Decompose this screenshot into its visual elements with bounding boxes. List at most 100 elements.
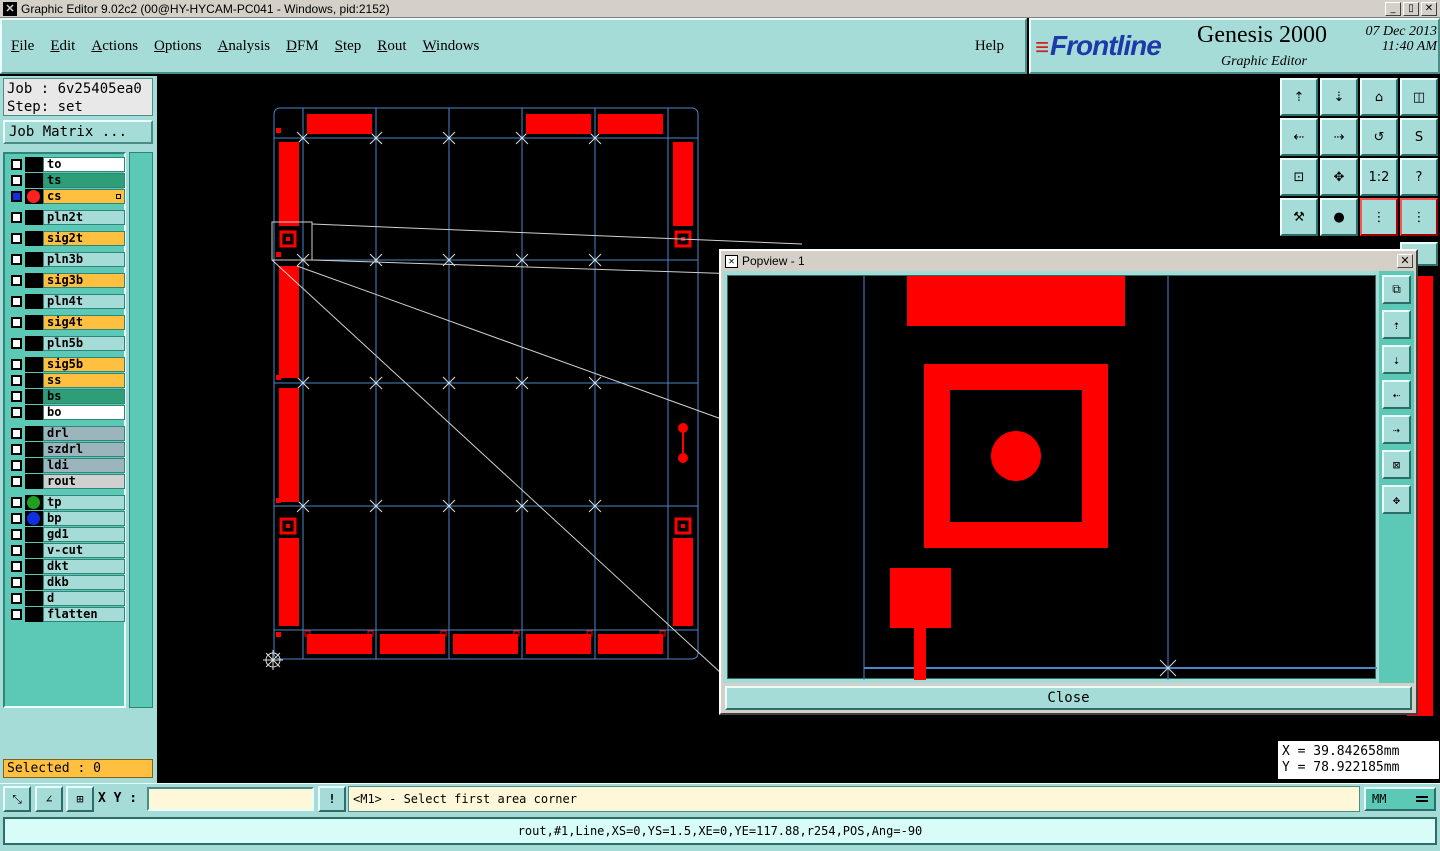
layer-checkbox[interactable] bbox=[11, 460, 22, 471]
layer-checkbox[interactable] bbox=[11, 577, 22, 588]
layer-checkbox[interactable] bbox=[11, 444, 22, 455]
layer-name[interactable]: ss bbox=[43, 373, 125, 388]
grid-snap-icon[interactable]: ⊞ bbox=[66, 786, 94, 812]
redraw-icon[interactable]: S bbox=[1400, 118, 1438, 156]
layer-checkbox[interactable] bbox=[11, 233, 22, 244]
layer-row-drl[interactable]: drl bbox=[8, 426, 125, 441]
layer-name[interactable]: dkb bbox=[43, 575, 125, 590]
zoom-center-icon[interactable]: ✥ bbox=[1320, 158, 1358, 196]
zoom-down-icon[interactable]: ⇣ bbox=[1320, 78, 1358, 116]
menu-step[interactable]: Step bbox=[328, 38, 369, 55]
layer-checkbox[interactable] bbox=[11, 375, 22, 386]
minimize-button[interactable]: _ bbox=[1385, 1, 1401, 16]
pan-left-icon[interactable]: ⇠ bbox=[1280, 118, 1318, 156]
zoom-up-icon[interactable]: ⇡ bbox=[1280, 78, 1318, 116]
layer-checkbox[interactable] bbox=[11, 428, 22, 439]
layer-row-sig3b[interactable]: sig3b bbox=[8, 273, 125, 288]
scale-1-2-button[interactable]: 1:2 bbox=[1360, 158, 1398, 196]
layer-checkbox[interactable] bbox=[11, 296, 22, 307]
layer-name[interactable]: sig2t bbox=[43, 231, 125, 246]
layer-checkbox[interactable] bbox=[11, 191, 22, 202]
menu-edit[interactable]: Edit bbox=[43, 38, 82, 55]
layer-name[interactable]: dkt bbox=[43, 559, 125, 574]
pv-zoom-in-icon[interactable]: ⇡ bbox=[1382, 310, 1411, 339]
layer-row-szdrl[interactable]: szdrl bbox=[8, 442, 125, 457]
job-matrix-button[interactable]: Job Matrix ... bbox=[3, 120, 153, 144]
layer-name[interactable]: pln4t bbox=[43, 294, 125, 309]
layer-row-bo[interactable]: bo bbox=[8, 405, 125, 420]
layer-name[interactable]: cs bbox=[43, 189, 125, 204]
layer-row-d[interactable]: d bbox=[8, 591, 125, 606]
layer-checkbox[interactable] bbox=[11, 407, 22, 418]
layer-row-to[interactable]: to bbox=[8, 157, 125, 172]
maximize-button[interactable]: ▯ bbox=[1403, 1, 1419, 16]
layer-name[interactable]: pln2t bbox=[43, 210, 125, 225]
measure-icon[interactable]: ⚒ bbox=[1280, 198, 1318, 236]
pv-zoom-out-icon[interactable]: ⇣ bbox=[1382, 345, 1411, 374]
layer-row-bp[interactable]: bp bbox=[8, 511, 125, 526]
layer-row-sig5b[interactable]: sig5b bbox=[8, 357, 125, 372]
layer-row-bs[interactable]: bs bbox=[8, 389, 125, 404]
layer-name[interactable]: rout bbox=[43, 474, 125, 489]
popview-close-icon[interactable]: ✕ bbox=[1397, 254, 1413, 268]
layer-name[interactable]: pln3b bbox=[43, 252, 125, 267]
layer-checkbox[interactable] bbox=[11, 561, 22, 572]
layer-row-rout[interactable]: rout bbox=[8, 474, 125, 489]
layer-checkbox[interactable] bbox=[11, 545, 22, 556]
select-area-icon[interactable]: ⤡ bbox=[3, 786, 31, 812]
menu-actions[interactable]: Actions bbox=[84, 38, 145, 55]
layer-name[interactable]: sig4t bbox=[43, 315, 125, 330]
menu-analysis[interactable]: Analysis bbox=[211, 38, 278, 55]
pv-pan-left-icon[interactable]: ⇠ bbox=[1382, 380, 1411, 409]
layer-row-sig4t[interactable]: sig4t bbox=[8, 315, 125, 330]
layer-checkbox[interactable] bbox=[11, 497, 22, 508]
layer-feature-alt-icon[interactable]: ⋮ bbox=[1400, 198, 1438, 236]
menu-file[interactable]: File bbox=[4, 38, 41, 55]
layer-name[interactable]: szdrl bbox=[43, 442, 125, 457]
layer-name[interactable]: drl bbox=[43, 426, 125, 441]
menu-options[interactable]: Options bbox=[147, 38, 209, 55]
layer-row-tp[interactable]: tp bbox=[8, 495, 125, 510]
layer-feature-icon[interactable]: ⋮ bbox=[1360, 198, 1398, 236]
layer-name[interactable]: gd1 bbox=[43, 527, 125, 542]
help-question-button[interactable]: ? bbox=[1400, 158, 1438, 196]
layer-row-pln4t[interactable]: pln4t bbox=[8, 294, 125, 309]
layer-name[interactable]: flatten bbox=[43, 607, 125, 622]
layer-name[interactable]: to bbox=[43, 157, 125, 172]
xy-input[interactable] bbox=[147, 787, 314, 811]
layer-name[interactable]: bp bbox=[43, 511, 125, 526]
layer-name[interactable]: tp bbox=[43, 495, 125, 510]
popview-canvas[interactable] bbox=[727, 275, 1377, 680]
close-window-button[interactable]: ✕ bbox=[1421, 1, 1437, 16]
pv-fit-icon[interactable]: ⊠ bbox=[1382, 450, 1411, 479]
menu-dfm[interactable]: DFM bbox=[279, 38, 326, 55]
layer-row-gd1[interactable]: gd1 bbox=[8, 527, 125, 542]
layer-row-pln3b[interactable]: pln3b bbox=[8, 252, 125, 267]
layer-checkbox[interactable] bbox=[11, 254, 22, 265]
layer-name[interactable]: bs bbox=[43, 389, 125, 404]
layer-checkbox[interactable] bbox=[11, 476, 22, 487]
layer-checkbox[interactable] bbox=[11, 391, 22, 402]
layer-row-sig2t[interactable]: sig2t bbox=[8, 231, 125, 246]
layer-checkbox[interactable] bbox=[11, 212, 22, 223]
layer-checkbox[interactable] bbox=[11, 159, 22, 170]
layer-row-v-cut[interactable]: v-cut bbox=[8, 543, 125, 558]
layer-name[interactable]: d bbox=[43, 591, 125, 606]
layer-row-ss[interactable]: ss bbox=[8, 373, 125, 388]
layer-checkbox[interactable] bbox=[11, 593, 22, 604]
layer-name[interactable]: ts bbox=[43, 173, 125, 188]
menu-help[interactable]: Help bbox=[968, 38, 1011, 55]
layer-checkbox[interactable] bbox=[11, 338, 22, 349]
layer-row-pln2t[interactable]: pln2t bbox=[8, 210, 125, 225]
layer-checkbox[interactable] bbox=[11, 513, 22, 524]
layer-row-dkb[interactable]: dkb bbox=[8, 575, 125, 590]
zoom-fit-icon[interactable]: ⊡ bbox=[1280, 158, 1318, 196]
layer-row-ts[interactable]: ts bbox=[8, 173, 125, 188]
snap-icon[interactable]: ● bbox=[1320, 198, 1358, 236]
layer-checkbox[interactable] bbox=[11, 317, 22, 328]
layer-checkbox[interactable] bbox=[11, 359, 22, 370]
layer-row-flatten[interactable]: flatten bbox=[8, 607, 125, 622]
alert-button[interactable]: ! bbox=[318, 786, 346, 812]
menu-windows[interactable]: Windows bbox=[415, 38, 486, 55]
menu-rout[interactable]: Rout bbox=[370, 38, 413, 55]
